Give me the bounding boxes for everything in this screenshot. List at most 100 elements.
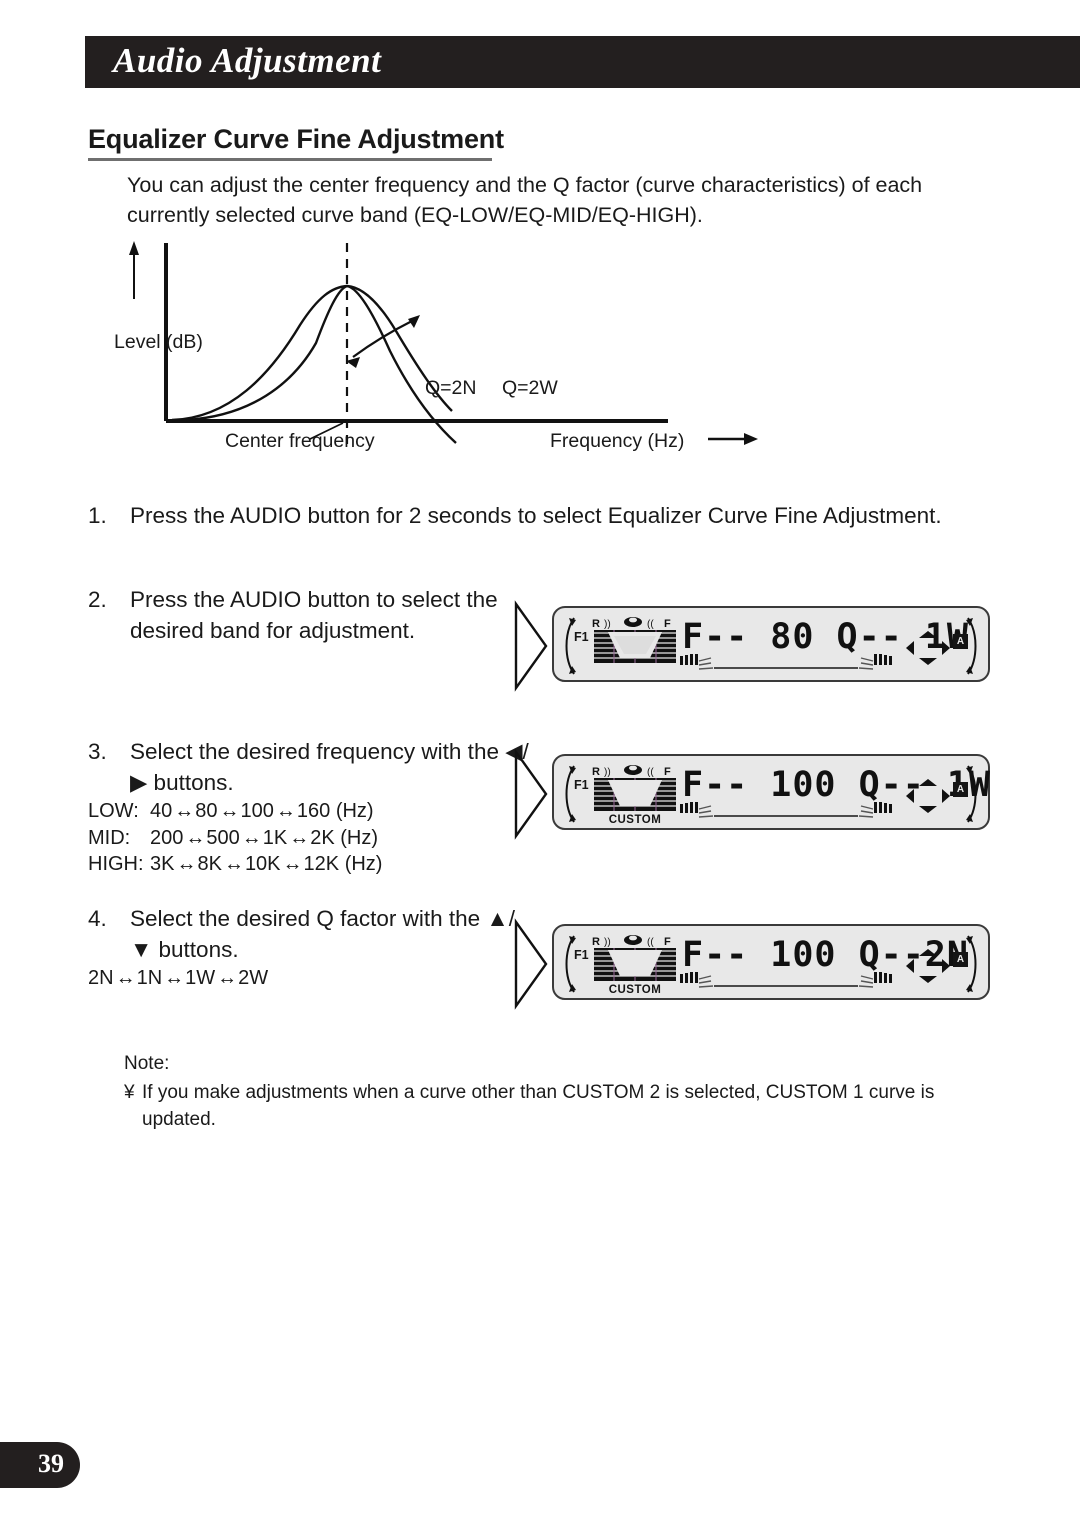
lcd-level-baseline — [714, 667, 858, 669]
step-4: 4. Select the desired Q factor with the … — [88, 903, 528, 992]
svg-text:R: R — [592, 936, 600, 947]
frequency-row-mid: MID: 200 ↔ 500 ↔ 1K ↔ 2K (Hz) — [88, 825, 538, 852]
frequency-low-v4: 160 — [296, 800, 331, 822]
lcd-display-panel-2: F1 R )) (( F CUSTOM F-- 100 Q-- 1W A — [552, 754, 990, 830]
svg-text:((: (( — [647, 619, 654, 629]
figure-x-axis-label: Frequency (Hz) — [550, 430, 685, 452]
lcd-level-wing-right-icon — [858, 654, 892, 671]
double-arrow-icon: ↔ — [174, 800, 194, 822]
figure-y-axis-label: Level (dB) — [114, 331, 203, 353]
lcd-readout-text: F-- 100 Q--2N — [682, 935, 969, 975]
lcd-display-panel-1: F1 R )) (( F F-- 80 Q-- 1W A — [552, 606, 990, 682]
svg-text:R: R — [592, 766, 600, 777]
lcd-f1-label: F1 — [574, 948, 589, 962]
lcd-readout-text: F-- 100 Q-- 1W — [682, 765, 992, 805]
step-3-number: 3. — [88, 739, 107, 764]
lcd-fader-field — [594, 778, 676, 811]
pointer-triangle-icon — [512, 748, 550, 840]
step-3-frequency-list: LOW: 40 ↔ 80 ↔ 100 ↔ 160 (Hz) MID: 200 ↔ 500 ↔ 1K ↔ 2K… — [88, 798, 538, 878]
page-header-band: Audio Adjustment — [85, 36, 1080, 88]
lcd-right-bracket-icon — [964, 763, 982, 825]
step-1: 1. Press the AUDIO button for 2 seconds … — [88, 500, 958, 531]
double-arrow-icon: ↔ — [219, 800, 240, 822]
note-bullet-icon: ¥ — [124, 1082, 135, 1103]
eq-curve-figure: Level (dB) Center frequency Frequency (H… — [100, 235, 780, 480]
lcd-level-wing-right-icon — [858, 802, 892, 819]
pointer-triangle-icon — [512, 600, 550, 692]
lcd-rear-front-indicator: R )) (( F — [590, 764, 676, 778]
step-2: 2. Press the AUDIO button to select the … — [88, 584, 528, 646]
figure-curve-wide-label: Q=2W — [502, 377, 558, 399]
lcd-right-bracket-icon — [964, 615, 982, 677]
lcd-rear-front-indicator: R )) (( F — [590, 934, 676, 948]
frequency-high-v4: 12K — [303, 853, 340, 875]
q-factor-row: 2N ↔ 1N ↔ 1W ↔ 2W — [88, 965, 528, 992]
frequency-mid-v4: 2K — [310, 826, 335, 849]
frequency-row-mid-label: MID: — [88, 826, 131, 849]
step-3-text: Select the desired frequency with the ◀/… — [130, 739, 529, 795]
lcd-level-wing-left-icon — [680, 654, 714, 671]
svg-text:)): )) — [604, 767, 611, 777]
svg-text:)): )) — [604, 937, 611, 947]
lcd-fader-field — [594, 948, 676, 981]
lcd-left-bracket-icon — [560, 933, 578, 995]
note-item: ¥ If you make adjustments when a curve ot… — [124, 1079, 1024, 1106]
lcd-rear-front-indicator: R )) (( F — [590, 616, 676, 630]
step-2-number: 2. — [88, 587, 107, 612]
svg-text:F: F — [664, 766, 671, 777]
double-arrow-icon: ↔ — [282, 853, 303, 875]
lcd-level-wing-left-icon — [680, 972, 714, 989]
step-1-text: Press the AUDIO button for 2 seconds to … — [130, 503, 942, 528]
q-factor-v1: 2N — [88, 967, 114, 989]
frequency-low-v1: 40 — [150, 800, 173, 822]
double-arrow-icon: ↔ — [164, 967, 184, 989]
svg-text:)): )) — [604, 619, 611, 629]
page-number: 39 — [38, 1448, 64, 1478]
frequency-mid-v2: 500 — [206, 826, 240, 849]
frequency-high-v2: 8K — [197, 853, 222, 875]
double-arrow-icon: ↔ — [185, 826, 205, 849]
lcd-left-bracket-icon — [560, 615, 578, 677]
q-factor-v3: 1W — [185, 967, 216, 989]
frequency-row-high: HIGH: 3K ↔ 8K ↔ 10K ↔ 12K (Hz) — [88, 851, 538, 878]
step-4-text: Select the desired Q factor with the ▲/▼… — [130, 906, 515, 962]
double-arrow-icon: ↔ — [275, 800, 296, 822]
lcd-level-wing-right-icon — [858, 972, 892, 989]
lcd-fader-field — [594, 630, 676, 663]
lcd-display-panel-3: F1 R )) (( F CUSTOM F-- 100 Q--2N A — [552, 924, 990, 1000]
double-arrow-icon: ↔ — [115, 967, 136, 989]
svg-text:((: (( — [647, 937, 654, 947]
lcd-right-bracket-icon — [964, 933, 982, 995]
frequency-mid-v1: 200 — [150, 826, 184, 849]
double-arrow-icon: ↔ — [217, 967, 237, 989]
step-4-number: 4. — [88, 906, 107, 931]
svg-text:R: R — [592, 618, 600, 629]
lcd-fader-graphic: R )) (( F — [590, 764, 676, 826]
lcd-custom-label: CUSTOM — [608, 984, 662, 996]
double-arrow-icon: ↔ — [289, 826, 309, 849]
frequency-high-v3: 10K — [244, 853, 281, 875]
lcd-dpad-icon — [902, 776, 954, 816]
q-factor-v2: 1N — [136, 967, 163, 989]
step-3: 3. Select the desired frequency with the… — [88, 736, 538, 878]
figure-center-frequency-label: Center frequency — [225, 430, 375, 452]
lcd-readout-text: F-- 80 Q-- 1W — [682, 617, 969, 657]
lcd-level-baseline — [714, 985, 858, 987]
lcd-custom-label: CUSTOM — [608, 814, 662, 826]
double-arrow-icon: ↔ — [176, 853, 196, 875]
frequency-mid-v3: 1K — [262, 826, 288, 849]
lcd-fader-graphic: R )) (( F — [590, 934, 676, 996]
q-factor-v4: 2W — [238, 967, 269, 989]
frequency-high-unit: (Hz) — [344, 853, 383, 875]
section-heading: Equalizer Curve Fine Adjustment — [88, 124, 504, 154]
note-block: Note: ¥ If you make adjustments when a cu… — [124, 1050, 1024, 1133]
page-number-tab: 39 — [0, 1442, 80, 1488]
note-title: Note: — [124, 1053, 170, 1074]
figure-curve-narrow-label: Q=2N — [425, 377, 477, 399]
frequency-mid-unit: (Hz) — [340, 826, 379, 849]
step-2-text: Press the AUDIO button to select the des… — [130, 587, 498, 643]
lcd-f1-label: F1 — [574, 778, 589, 792]
frequency-low-v2: 80 — [195, 800, 218, 822]
lcd-level-wing-left-icon — [680, 802, 714, 819]
step-1-number: 1. — [88, 503, 107, 528]
